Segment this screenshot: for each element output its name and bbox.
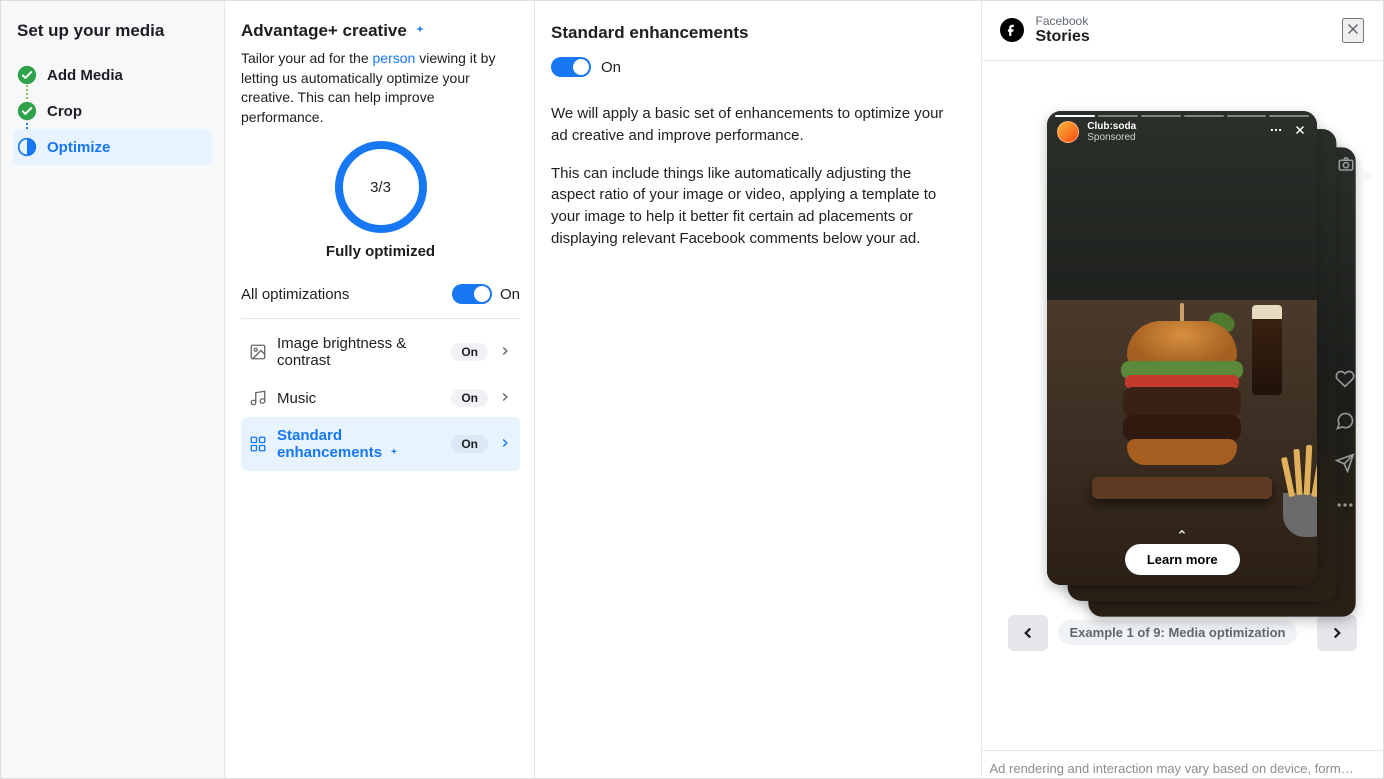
heart-icon xyxy=(1335,369,1355,389)
chevron-right-icon xyxy=(498,390,512,407)
opt-item-label: Standard enhancements xyxy=(277,427,441,461)
detail-toggle[interactable] xyxy=(551,57,591,77)
optimize-title: Advantage+ creative xyxy=(241,21,520,41)
camera-icon xyxy=(1337,155,1355,176)
brand-meta: Club:soda Sponsored xyxy=(1087,121,1136,143)
sparkle-icon xyxy=(388,447,400,459)
all-optimizations-label: All optimizations xyxy=(241,286,349,303)
preview-panel: Facebook Stories xyxy=(982,1,1384,778)
image-icon xyxy=(249,343,267,361)
chevron-up-icon xyxy=(1174,524,1190,540)
detail-toggle-state: On xyxy=(601,59,621,76)
comment-icon xyxy=(1335,411,1355,431)
pager-prev-button[interactable] xyxy=(1008,615,1048,651)
all-optimizations-state: On xyxy=(500,286,520,303)
music-icon xyxy=(249,389,267,407)
progress-caption: Fully optimized xyxy=(326,243,435,260)
step-label: Crop xyxy=(47,103,82,120)
grid-icon xyxy=(249,435,267,453)
preview-placement: Stories xyxy=(1036,28,1090,46)
preview-channel: Facebook xyxy=(1036,15,1090,28)
check-circle-icon xyxy=(17,65,37,85)
opt-item-state: On xyxy=(451,389,488,407)
chevron-left-icon xyxy=(1019,624,1037,642)
opt-item-brightness[interactable]: Image brightness & contrast On xyxy=(241,325,520,379)
step-label: Optimize xyxy=(47,139,110,156)
progress-fraction: 3/3 xyxy=(333,139,429,235)
half-circle-icon xyxy=(17,137,37,157)
close-icon xyxy=(1361,169,1375,186)
story-card-front: Club:soda Sponsored Learn more xyxy=(1047,111,1317,585)
cta-learn-more[interactable]: Learn more xyxy=(1125,544,1240,575)
step-optimize[interactable]: Optimize xyxy=(13,129,212,165)
detail-title: Standard enhancements xyxy=(551,23,953,43)
opt-item-state: On xyxy=(451,343,488,361)
chevron-right-icon xyxy=(498,436,512,453)
preview-header: Facebook Stories xyxy=(982,1,1384,61)
opt-item-label: Image brightness & contrast xyxy=(277,335,441,369)
sparkle-icon xyxy=(413,24,427,38)
more-icon xyxy=(1335,495,1355,515)
close-icon xyxy=(1344,20,1362,38)
opt-item-standard-enhancements[interactable]: Standard enhancements On xyxy=(241,417,520,471)
check-circle-icon xyxy=(17,101,37,121)
opt-item-music[interactable]: Music On xyxy=(241,379,520,417)
all-optimizations-toggle[interactable] xyxy=(452,284,492,304)
opt-item-label: Music xyxy=(277,390,441,407)
brand-avatar xyxy=(1057,121,1079,143)
step-label: Add Media xyxy=(47,67,123,84)
story-preview: Club:soda Sponsored Learn more xyxy=(1047,111,1317,585)
setup-sidebar: Set up your media Add Media Crop xyxy=(1,1,225,778)
close-button[interactable] xyxy=(1342,18,1364,43)
story-side-icons xyxy=(1335,369,1355,515)
facebook-icon xyxy=(1000,18,1024,42)
close-icon[interactable] xyxy=(1293,123,1307,140)
chevron-right-icon xyxy=(1328,624,1346,642)
opt-item-state: On xyxy=(451,435,488,453)
send-icon xyxy=(1335,453,1355,473)
person-link[interactable]: person xyxy=(373,50,416,66)
progress-ring: 3/3 xyxy=(333,139,429,235)
step-crop[interactable]: Crop xyxy=(13,93,212,129)
optimize-panel: Advantage+ creative Tailor your ad for t… xyxy=(225,1,535,778)
optimize-description: Tailor your ad for the person viewing it… xyxy=(241,49,520,127)
detail-paragraph-1: We will apply a basic set of enhancement… xyxy=(551,103,953,147)
detail-paragraph-2: This can include things like automatical… xyxy=(551,163,953,250)
step-add-media[interactable]: Add Media xyxy=(13,57,212,93)
preview-footer-note: Ad rendering and interaction may vary ba… xyxy=(982,750,1384,778)
detail-panel: Standard enhancements On We will apply a… xyxy=(535,1,982,778)
chevron-right-icon xyxy=(498,344,512,361)
more-icon[interactable] xyxy=(1269,123,1283,140)
sidebar-title: Set up your media xyxy=(13,21,212,41)
preview-pager: Example 1 of 9: Media optimization xyxy=(992,615,1374,651)
pager-label: Example 1 of 9: Media optimization xyxy=(1058,620,1298,645)
pager-next-button[interactable] xyxy=(1317,615,1357,651)
